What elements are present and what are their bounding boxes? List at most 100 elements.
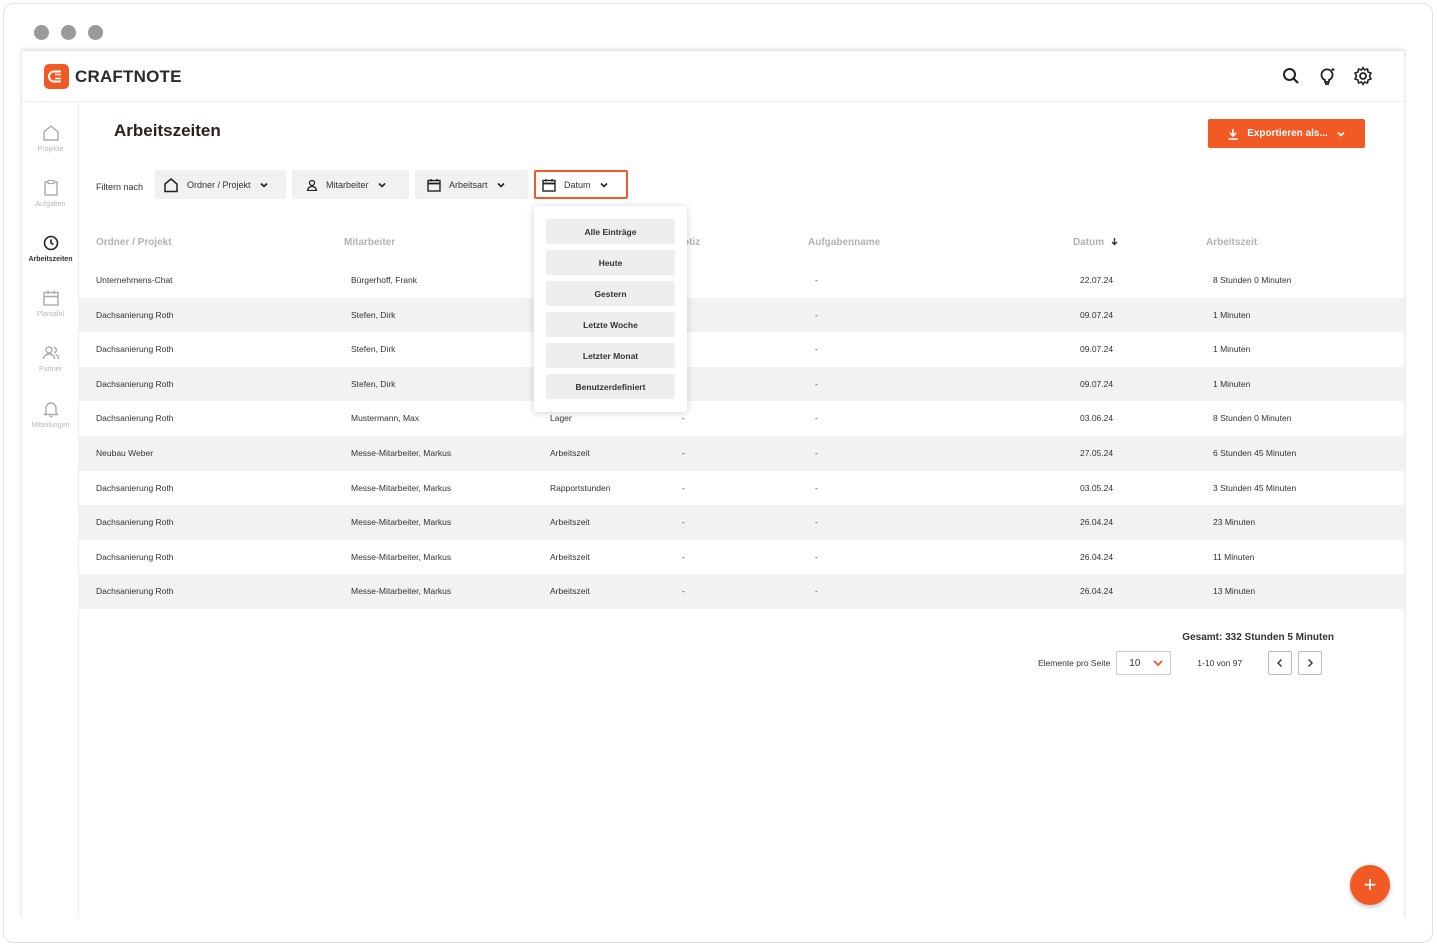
- filter-date-button[interactable]: Datum: [534, 170, 628, 199]
- export-button-label: Exportieren als...: [1247, 128, 1328, 139]
- table-row[interactable]: Dachsanierung Roth Messe-Mitarbeiter, Mar…: [79, 505, 1404, 540]
- cell-date: 26.04.24: [1080, 551, 1114, 562]
- table-row[interactable]: Dachsanierung Roth Stefen, Dirk - 09.07.24 1…: [79, 332, 1404, 367]
- export-button[interactable]: Exportieren als...: [1208, 119, 1365, 148]
- cell-task: -: [815, 586, 818, 597]
- calendar-icon: [542, 178, 556, 192]
- per-page-select[interactable]: 10: [1116, 651, 1172, 675]
- calendar-icon: [427, 178, 441, 192]
- sidebar-item-label: Partner: [39, 366, 62, 373]
- logo[interactable]: CRAFTNOTE: [44, 64, 182, 89]
- sidebar-item-arbeitszeiten[interactable]: Arbeitszeiten: [22, 234, 79, 263]
- table-row[interactable]: Dachsanierung Roth Messe-Mitarbeiter, Mar…: [79, 574, 1404, 609]
- next-page-button[interactable]: [1298, 651, 1323, 675]
- per-page-value: 10: [1129, 657, 1141, 669]
- prev-page-button[interactable]: [1268, 651, 1293, 675]
- chevron-down-icon: [1337, 131, 1345, 137]
- chevron-down-icon: [599, 182, 608, 188]
- cell-worktime: 11 Minuten: [1213, 551, 1255, 562]
- cell-worktime: 8 Stunden 0 Minuten: [1213, 413, 1292, 424]
- filter-worktype-button[interactable]: Arbeitsart: [415, 170, 528, 199]
- cell-task: -: [815, 447, 818, 458]
- person-icon: [306, 179, 318, 191]
- date-option-today[interactable]: Heute: [546, 250, 675, 275]
- window-dot-minimize[interactable]: [61, 25, 76, 40]
- cell-project: Dachsanierung Roth: [96, 551, 174, 562]
- pagination: Elemente pro Seite 10 1-10 von 97: [1038, 651, 1323, 675]
- bell-icon: [43, 402, 58, 418]
- column-header-employee[interactable]: Mitarbeiter: [344, 237, 395, 248]
- cell-employee: Stefen, Dirk: [351, 309, 396, 320]
- filter-employee-button[interactable]: Mitarbeiter: [292, 170, 409, 199]
- chevron-left-icon: [1277, 659, 1283, 667]
- cell-project: Dachsanierung Roth: [96, 309, 174, 320]
- table-row[interactable]: Dachsanierung Roth Messe-Mitarbeiter, Mar…: [79, 540, 1404, 575]
- sidebar-item-label: Aufgaben: [35, 201, 66, 208]
- home-icon: [42, 125, 59, 141]
- cell-worktime: 1 Minuten: [1213, 344, 1251, 355]
- gear-icon[interactable]: [1352, 65, 1374, 87]
- cell-date: 22.07.24: [1080, 275, 1114, 285]
- app-container: CRAFTNOTE Projekte Aufgaben Arbeitszeite…: [21, 51, 1405, 917]
- date-option-custom[interactable]: Benutzerdefiniert: [546, 374, 675, 399]
- column-header-date[interactable]: Datum: [1073, 237, 1119, 248]
- chevron-down-icon: [377, 182, 386, 188]
- window-dot-close[interactable]: [34, 25, 49, 40]
- cell-employee: Messe-Mitarbeiter, Markus: [351, 447, 452, 458]
- cell-date: 27.05.24: [1080, 447, 1114, 458]
- home-icon: [164, 177, 178, 192]
- column-header-project[interactable]: Ordner / Projekt: [96, 237, 172, 248]
- sidebar-item-mitteilungen[interactable]: Mitteilungen: [22, 400, 79, 429]
- cell-project: Dachsanierung Roth: [96, 344, 174, 355]
- sidebar: Projekte Aufgaben Arbeitszeiten Plantafe…: [22, 102, 79, 917]
- cell-worktype: Lager: [550, 413, 572, 424]
- date-option-yesterday[interactable]: Gestern: [546, 281, 675, 306]
- cell-note: -: [682, 447, 685, 458]
- cell-date: 09.07.24: [1080, 378, 1114, 389]
- cell-employee: Stefen, Dirk: [351, 378, 396, 389]
- cell-worktime: 23 Minuten: [1213, 517, 1256, 528]
- sidebar-item-label: Mitteilungen: [31, 422, 70, 429]
- per-page-label: Elemente pro Seite: [1038, 658, 1111, 668]
- sidebar-item-projekte[interactable]: Projekte: [22, 124, 79, 153]
- table-row[interactable]: Dachsanierung Roth Mustermann, Max Lager - -…: [79, 401, 1404, 436]
- cell-project: Dachsanierung Roth: [96, 378, 174, 389]
- sidebar-item-plantafel[interactable]: Plantafel: [22, 289, 79, 318]
- sidebar-item-aufgaben[interactable]: Aufgaben: [22, 179, 79, 208]
- calendar-icon: [42, 290, 59, 306]
- date-option-all[interactable]: Alle Einträge: [546, 219, 675, 244]
- window-dot-maximize[interactable]: [88, 25, 103, 40]
- download-icon: [1228, 128, 1238, 140]
- cell-project: Dachsanierung Roth: [96, 482, 174, 493]
- add-entry-button[interactable]: +: [1350, 865, 1390, 905]
- column-header-task[interactable]: Aufgabenname: [808, 237, 880, 248]
- cell-task: -: [815, 551, 818, 562]
- logo-mark-icon: [44, 64, 69, 89]
- lightbulb-icon[interactable]: [1316, 65, 1338, 87]
- top-bar: CRAFTNOTE: [22, 51, 1404, 102]
- search-icon[interactable]: [1280, 65, 1302, 87]
- chevron-down-icon: [259, 182, 268, 188]
- sidebar-item-partner[interactable]: Partner: [22, 344, 79, 373]
- date-option-last-month[interactable]: Letzter Monat: [546, 343, 675, 368]
- cell-worktype: Arbeitszeit: [550, 517, 590, 528]
- date-option-last-week[interactable]: Letzte Woche: [546, 312, 675, 337]
- people-icon: [42, 346, 59, 360]
- cell-date: 26.04.24: [1080, 517, 1114, 528]
- column-header-worktime[interactable]: Arbeitszeit: [1206, 237, 1257, 248]
- table-row[interactable]: Unternehmens-Chat Bürgerhoff, Frank - 22.07…: [79, 263, 1404, 298]
- date-filter-menu: Alle Einträge Heute Gestern Letzte Woche…: [534, 206, 687, 412]
- table-row[interactable]: Dachsanierung Roth Messe-Mitarbeiter, Mar…: [79, 471, 1404, 506]
- top-actions: [1280, 65, 1374, 87]
- filter-project-button[interactable]: Ordner / Projekt: [155, 170, 286, 199]
- clock-icon: [43, 235, 58, 251]
- cell-worktime: 3 Stunden 45 Minuten: [1213, 482, 1297, 493]
- cell-task: -: [815, 482, 818, 493]
- table-row[interactable]: Dachsanierung Roth Stefen, Dirk - 09.07.24 1…: [79, 366, 1404, 402]
- cell-date: 09.07.24: [1080, 344, 1114, 355]
- table-row[interactable]: Dachsanierung Roth Stefen, Dirk - 09.07.24 1…: [79, 297, 1404, 333]
- sidebar-item-label: Plantafel: [36, 311, 65, 318]
- table-row[interactable]: Neubau Weber Messe-Mitarbeiter, Markus Arb…: [79, 435, 1404, 471]
- cell-date: 03.05.24: [1080, 482, 1114, 493]
- cell-employee: Messe-Mitarbeiter, Markus: [351, 551, 452, 562]
